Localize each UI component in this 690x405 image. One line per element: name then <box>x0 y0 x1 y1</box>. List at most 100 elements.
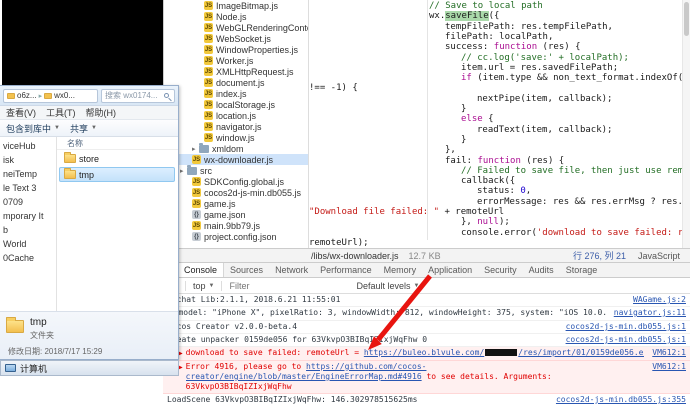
source-location-link[interactable]: VM612:1 <box>652 348 686 358</box>
tree-item[interactable]: ▸ src <box>164 164 308 176</box>
tree-item[interactable]: JS localStorage.js <box>164 99 308 110</box>
file-size-label: 12.7 KB <box>408 250 441 261</box>
file-item-tmp[interactable]: tmp <box>59 167 175 182</box>
file-name: location.js <box>216 110 257 121</box>
code-line: }, null); <box>461 217 510 228</box>
nav-item[interactable]: neiTemp <box>0 167 56 181</box>
tree-item[interactable]: JS WindowProperties.js <box>164 44 308 55</box>
tab-application[interactable]: Application <box>422 263 478 277</box>
js-file-icon: JS <box>204 111 213 120</box>
tree-item[interactable]: JSWebGLRenderingContext.js <box>164 22 308 33</box>
menu-帮[interactable]: 帮助(H) <box>86 106 117 119</box>
tree-item[interactable]: {} game.json <box>164 209 308 220</box>
tree-item[interactable]: JS index.js <box>164 88 308 99</box>
tree-item[interactable]: JS WebSocket.js <box>164 33 308 44</box>
message-url-link[interactable]: /res/import/01/0159de056.e74a4.json <box>518 348 644 357</box>
log-levels-dropdown[interactable]: Default levels ▼ <box>356 281 419 291</box>
tree-item[interactable]: JS main.9bb79.js <box>164 220 308 231</box>
toolbar-button[interactable]: 包含到库中 ▼ <box>6 122 60 135</box>
chevron-down-icon: ▼ <box>54 125 60 131</box>
editor-scrollbar[interactable] <box>682 0 690 248</box>
source-location-link[interactable]: navigator.js:11 <box>614 308 686 318</box>
tab-network[interactable]: Network <box>269 263 314 277</box>
editor-scrollbar-thumb[interactable] <box>684 2 689 36</box>
toolbar-button[interactable]: 共享 ▼ <box>70 122 97 135</box>
js-file-icon: JS <box>204 67 213 76</box>
tree-item[interactable]: JS XMLHttpRequest.js <box>164 66 308 77</box>
address-breadcrumb[interactable]: o6z... ▸ wx0... <box>3 88 98 103</box>
nav-item[interactable]: 0709 <box>0 195 56 209</box>
js-file-icon: JS <box>204 45 213 54</box>
open-file-tab[interactable]: /libs/wx-downloader.js <box>311 251 399 261</box>
source-location-link[interactable]: cocos2d-js-min.db055.js:1 <box>566 322 686 332</box>
source-location-link[interactable]: WAGame.js:2 <box>633 295 686 305</box>
tab-memory[interactable]: Memory <box>378 263 423 277</box>
tab-storage[interactable]: Storage <box>560 263 604 277</box>
code-line: success: function (res) { <box>445 42 581 53</box>
console-filter-input[interactable] <box>229 280 350 291</box>
tab-sources[interactable]: Sources <box>224 263 269 277</box>
file-item-store[interactable]: store <box>59 151 175 166</box>
explorer-file-pane: 名称 store tmp <box>57 137 178 311</box>
nav-item[interactable]: b <box>0 223 56 237</box>
explorer-search-text: 搜索 wx0174... <box>105 91 158 100</box>
nav-item[interactable]: World <box>0 237 56 251</box>
expand-arrow-icon[interactable]: ▶ <box>179 362 183 373</box>
code-editor[interactable]: // Save to local path wx.saveFile({tempFi… <box>308 0 690 248</box>
taskbar-computer-button[interactable]: 计算机 <box>20 362 47 375</box>
code-line: } <box>461 104 467 114</box>
context-dropdown[interactable]: top ▼ <box>193 281 214 291</box>
file-name: cocos2d-js-min.db055.js <box>204 187 302 198</box>
source-location-link[interactable]: cocos2d-js-min.db055.js:1 <box>566 335 686 345</box>
tree-item[interactable]: JS location.js <box>164 110 308 121</box>
tree-item[interactable]: JS game.js <box>164 198 308 209</box>
chevron-right-icon[interactable]: ▸ <box>192 145 199 153</box>
file-name: xmldom <box>212 143 244 154</box>
explorer-search-box[interactable]: 搜索 wx0174... <box>101 88 175 103</box>
message-url-link[interactable]: https://buleo.blvule.com/ <box>364 348 484 357</box>
folder-icon <box>7 92 15 99</box>
message-url-link[interactable]: https://github.com/cocos-creator/engine/… <box>186 362 427 381</box>
expand-arrow-icon[interactable]: ▶ <box>179 348 183 359</box>
tree-item[interactable]: JS navigator.js <box>164 121 308 132</box>
folder-icon <box>6 317 24 333</box>
file-name: main.9bb79.js <box>204 220 261 231</box>
tab-security[interactable]: Security <box>478 263 523 277</box>
tree-item[interactable]: JS ImageBitmap.js <box>164 0 308 11</box>
source-location-link[interactable]: cocos2d-js-min.db055.js:355 <box>556 395 686 405</box>
breadcrumb-separator: ▸ <box>38 92 43 100</box>
tab-performance[interactable]: Performance <box>314 263 378 277</box>
tree-item[interactable]: JS wx-downloader.js <box>164 154 308 165</box>
code-line: item.url = res.savedFilePath; <box>461 62 619 73</box>
breadcrumb-item[interactable]: wx0... <box>44 91 75 100</box>
tree-item[interactable]: JS cocos2d-js-min.db055.js <box>164 187 308 198</box>
tree-item[interactable]: {} project.config.json <box>164 231 308 242</box>
tab-console[interactable]: Console <box>177 263 225 277</box>
tree-item[interactable]: JS document.js <box>164 77 308 88</box>
menu-查[interactable]: 查看(V) <box>6 106 36 119</box>
tree-item[interactable]: JS window.js <box>164 132 308 143</box>
tree-item[interactable]: JS Worker.js <box>164 55 308 66</box>
file-name: game.js <box>204 198 236 209</box>
file-name: index.js <box>216 88 247 99</box>
source-location-link[interactable]: VM612:1 <box>652 362 686 372</box>
tab-audits[interactable]: Audits <box>523 263 560 277</box>
chevron-right-icon[interactable]: ▸ <box>180 167 187 175</box>
file-name: Worker.js <box>216 55 254 66</box>
tree-item[interactable]: JS Node.js <box>164 11 308 22</box>
tree-item[interactable]: JS SDKConfig.global.js <box>164 176 308 187</box>
breadcrumb-item[interactable]: o6z... <box>7 91 37 100</box>
black-panel <box>2 0 163 85</box>
nav-item[interactable]: 0Cache <box>0 251 56 265</box>
code-line: }, <box>445 145 456 156</box>
nav-item[interactable]: mporary It <box>0 209 56 223</box>
nav-item[interactable]: viceHub <box>0 139 56 153</box>
column-header-name[interactable]: 名称 <box>57 137 178 150</box>
code-line: filePath: localPath, <box>445 31 554 42</box>
language-label: JavaScript <box>637 250 680 261</box>
nav-item[interactable]: isk <box>0 153 56 167</box>
js-file-icon: JS <box>192 221 201 230</box>
nav-item[interactable]: le Text 3 <box>0 181 56 195</box>
tree-item[interactable]: ▸ xmldom <box>164 142 308 154</box>
menu-工[interactable]: 工具(T) <box>46 106 76 119</box>
